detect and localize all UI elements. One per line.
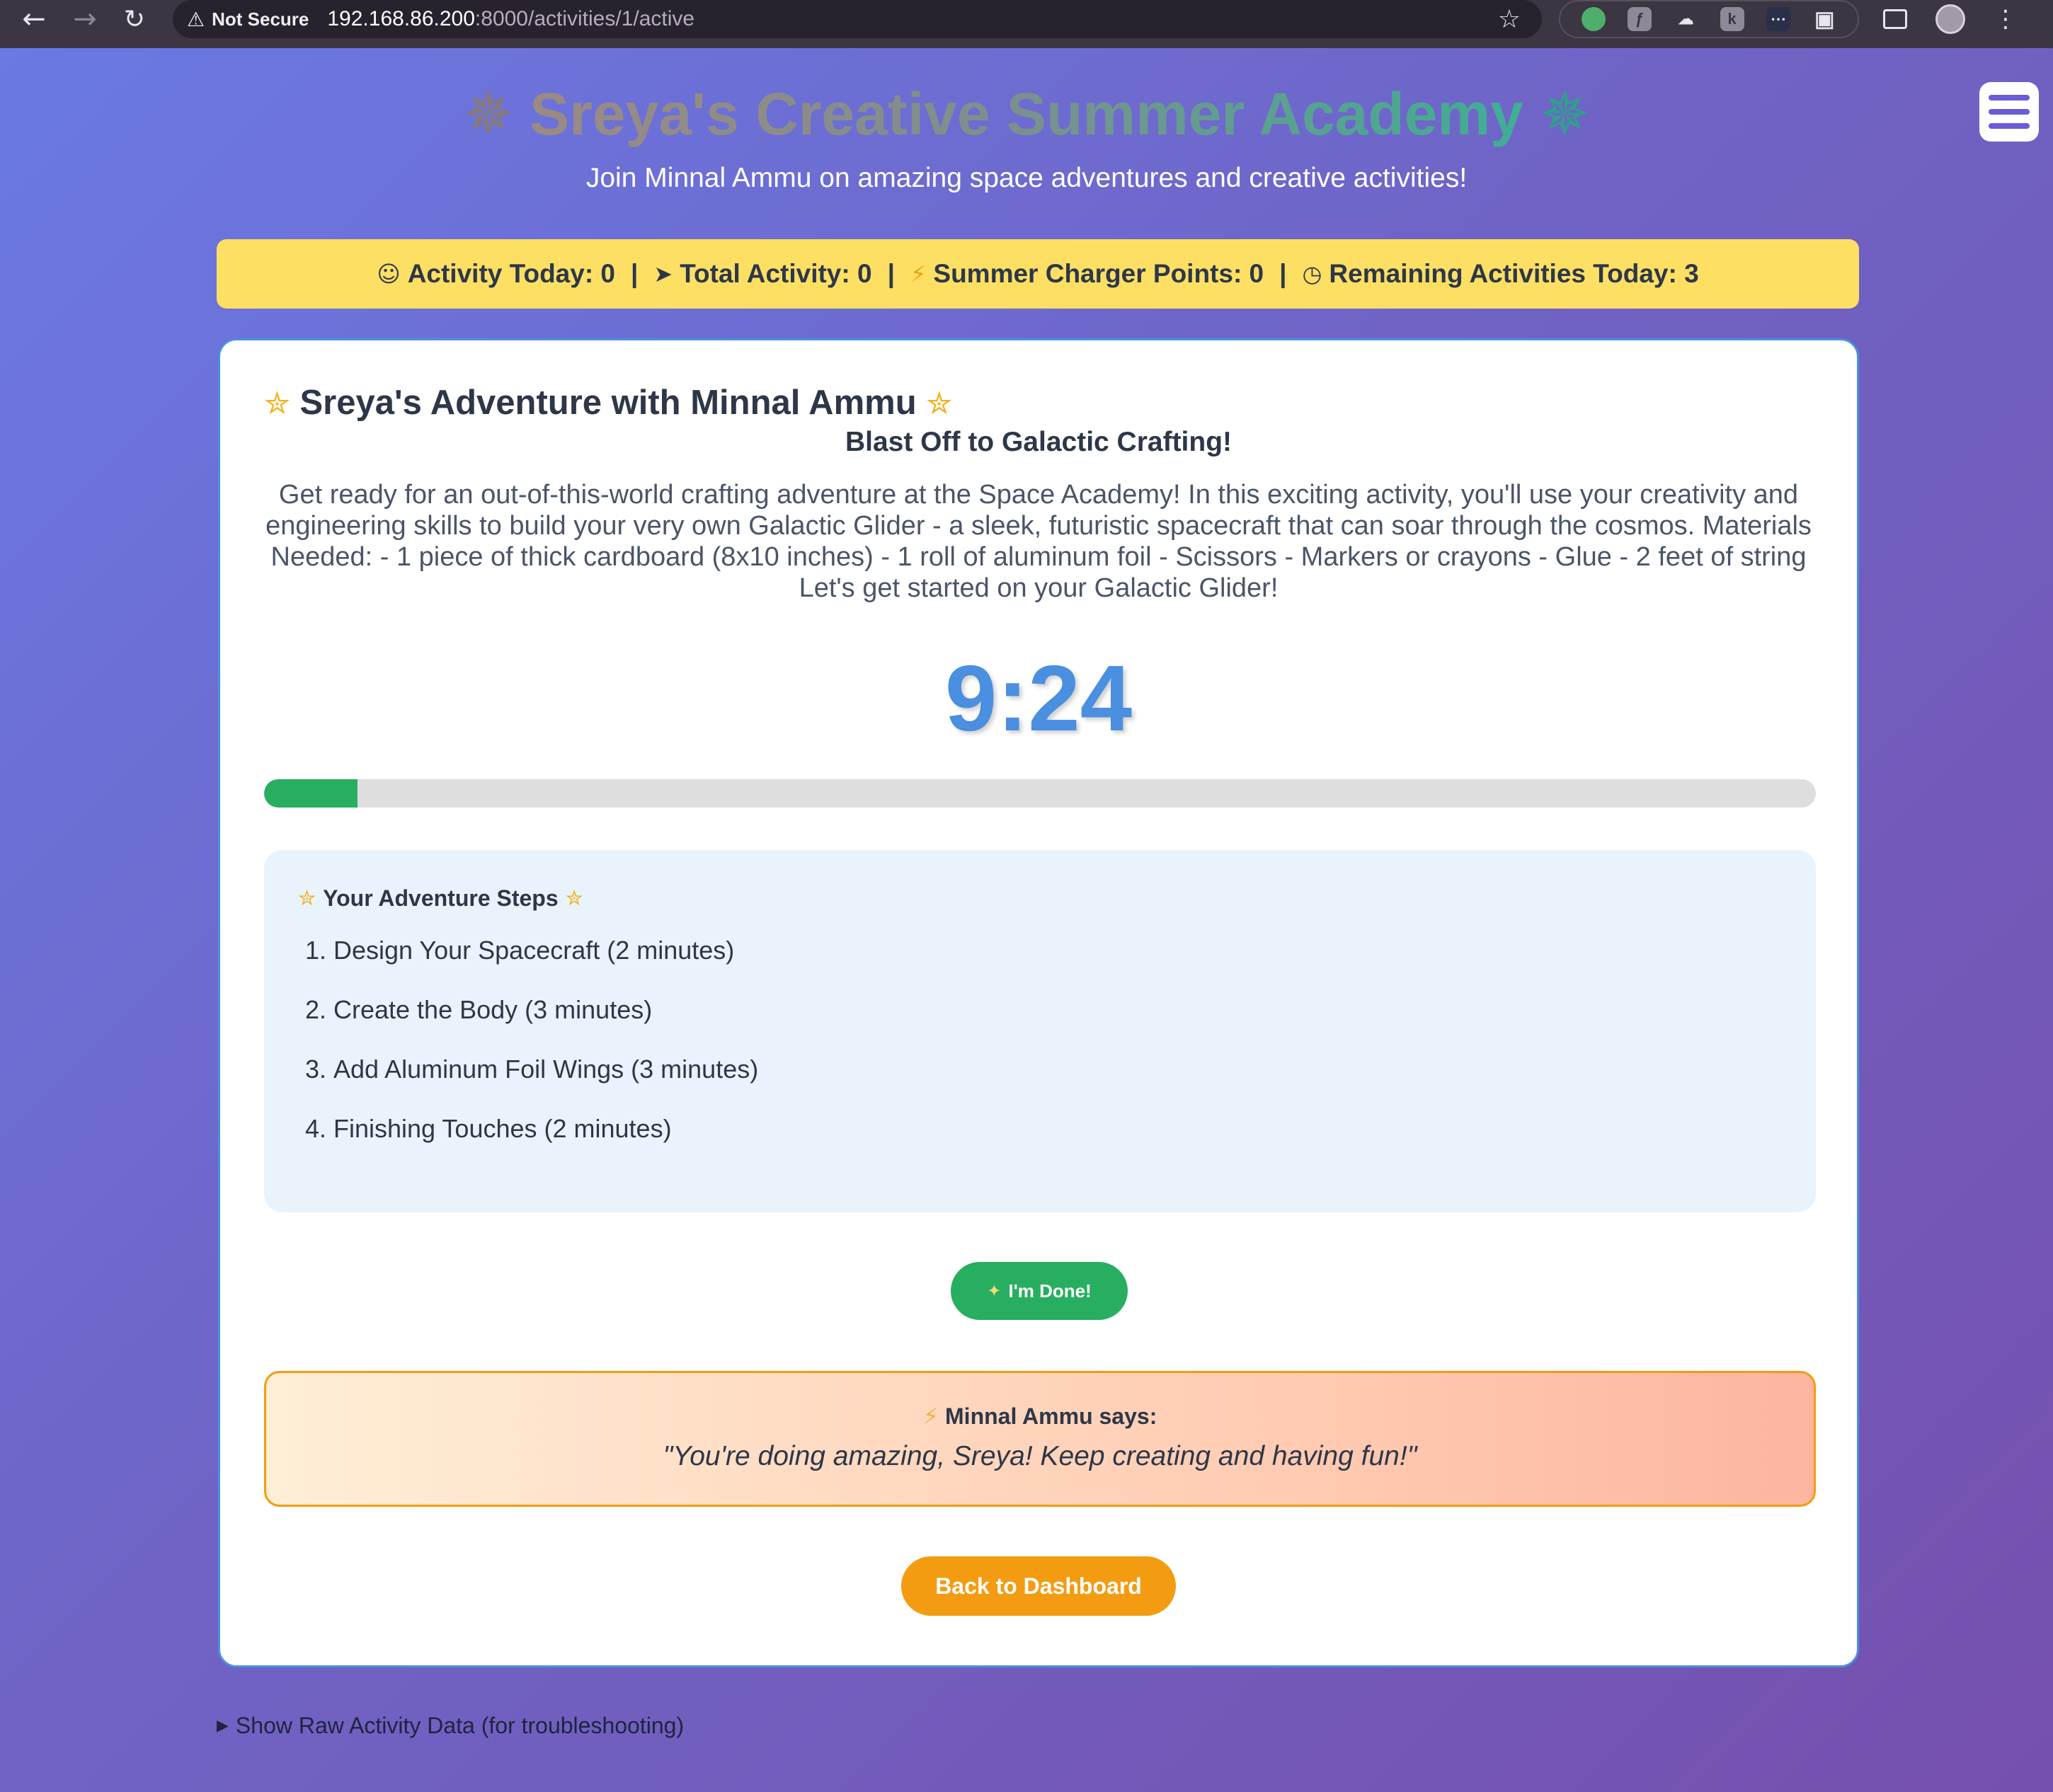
disclosure-triangle-icon: ▶ [217, 1717, 229, 1735]
page-title: ✵ Sreya's Creative Summer Academy ✵ [0, 75, 2053, 153]
encouragement-box: ⚡ Minnal Ammu says: "You're doing amazin… [264, 1371, 1816, 1507]
glowing-star-icon: ✮ [298, 886, 316, 911]
url-host: 192.168.86.200 [327, 7, 475, 30]
activity-description: Get ready for an out-of-this-world craft… [265, 480, 1812, 603]
step-item: Design Your Spacecraft (2 minutes) [333, 936, 1782, 965]
quote-text: "You're doing amazing, Sreya! Keep creat… [663, 1441, 1417, 1471]
extensions-puzzle-icon[interactable]: ▣ [1812, 7, 1836, 31]
address-bar[interactable]: ⚠ Not Secure 192.168.86.200:8000/activit… [173, 0, 1542, 38]
raw-data-toggle[interactable]: ▶ Show Raw Activity Data (for troublesho… [217, 1713, 684, 1739]
lightning-icon: ⚡ [910, 260, 927, 287]
extension-cloud-icon[interactable]: ☁ [1674, 7, 1698, 31]
clock-icon: ◷ [1302, 260, 1322, 287]
done-button-label: I'm Done! [1008, 1280, 1092, 1302]
browser-menu-icon[interactable]: ⋮ [1994, 5, 2018, 33]
menu-line [1989, 95, 2030, 100]
steps-list: Design Your Spacecraft (2 minutes) Creat… [298, 936, 1782, 1144]
stat-activity-today: Activity Today: 0 [407, 259, 616, 288]
extension-script-icon[interactable]: ƒ [1627, 7, 1652, 31]
tab-search-icon[interactable] [1883, 9, 1907, 29]
card-heading-text: Sreya's Adventure with Minnal Ammu [299, 384, 917, 422]
extension-dots-icon[interactable]: ⋯ [1766, 7, 1790, 31]
forward-arrow-icon[interactable]: → [64, 0, 106, 38]
quote-speaker: ⚡ Minnal Ammu says: [266, 1403, 1814, 1430]
raw-data-toggle-label: Show Raw Activity Data (for troubleshoot… [235, 1713, 685, 1738]
menu-line [1989, 123, 2030, 129]
party-popper-icon: ✦ [987, 1281, 1002, 1301]
steps-panel: ✮ Your Adventure Steps ✮ Design Your Spa… [264, 850, 1816, 1212]
extensions-area: ƒ ☁ k ⋯ ▣ [1559, 0, 1859, 38]
stat-separator: | [887, 259, 895, 288]
extension-globe-icon[interactable] [1581, 7, 1606, 31]
steps-heading: ✮ Your Adventure Steps ✮ [298, 885, 1782, 912]
quote-speaker-text: Minnal Ammu says: [945, 1403, 1157, 1429]
done-button[interactable]: ✦ I'm Done! [951, 1262, 1128, 1320]
bookmark-star-icon[interactable]: ☆ [1498, 5, 1521, 34]
card-heading: ✮ Sreya's Adventure with Minnal Ammu ✮ [264, 383, 952, 423]
progress-fill [264, 779, 358, 808]
smiley-icon: ☺ [377, 260, 401, 287]
stat-charger-points: Summer Charger Points: 0 [933, 259, 1264, 288]
step-item: Finishing Touches (2 minutes) [333, 1114, 1782, 1144]
stat-remaining: Remaining Activities Today: 3 [1329, 259, 1699, 288]
url-text[interactable]: 192.168.86.200:8000/activities/1/active [327, 7, 694, 31]
lightning-bolt-icon: ⚡ [922, 1403, 939, 1430]
not-secure-label: Not Secure [212, 8, 309, 30]
activity-card: ✮ Sreya's Adventure with Minnal Ammu ✮ B… [218, 338, 1859, 1667]
extension-k-icon[interactable]: k [1720, 7, 1744, 31]
page-subtitle: Join Minnal Ammu on amazing space advent… [585, 163, 1468, 193]
reload-icon[interactable]: ↻ [113, 0, 156, 38]
progress-bar [264, 779, 1816, 808]
glowing-star-icon: ✮ [264, 386, 290, 422]
step-item: Add Aluminum Foil Wings (3 minutes) [333, 1055, 1782, 1084]
hamburger-menu-button[interactable] [1979, 82, 2039, 142]
rocket-icon: ➤ [653, 260, 673, 287]
stat-separator: | [1279, 259, 1287, 288]
stats-bar: ☺ Activity Today: 0 | ➤ Total Activity: … [217, 239, 1859, 309]
page-title-text: Sreya's Creative Summer Academy [530, 81, 1523, 147]
step-item: Create the Body (3 minutes) [333, 995, 1782, 1025]
stat-total-activity: Total Activity: 0 [680, 259, 872, 288]
glowing-star-icon: ✮ [565, 886, 583, 911]
warning-icon: ⚠ [187, 7, 205, 31]
url-path: :8000/activities/1/active [474, 7, 695, 30]
back-to-dashboard-button[interactable]: Back to Dashboard [901, 1556, 1176, 1616]
browser-toolbar: ← → ↻ ⚠ Not Secure 192.168.86.200:8000/a… [0, 0, 2053, 48]
star-icon: ✵ [463, 79, 513, 149]
back-arrow-icon[interactable]: ← [13, 0, 55, 38]
star-icon: ✵ [1540, 79, 1590, 149]
profile-avatar[interactable] [1935, 4, 1965, 34]
steps-heading-text: Your Adventure Steps [323, 885, 559, 911]
glowing-star-icon: ✮ [926, 386, 953, 422]
activity-title: Blast Off to Galactic Crafting! [845, 427, 1233, 457]
countdown-timer: 9:24 [944, 646, 1133, 750]
security-indicator[interactable]: ⚠ Not Secure [187, 8, 309, 31]
menu-line [1989, 109, 2030, 115]
stat-separator: | [631, 259, 639, 288]
